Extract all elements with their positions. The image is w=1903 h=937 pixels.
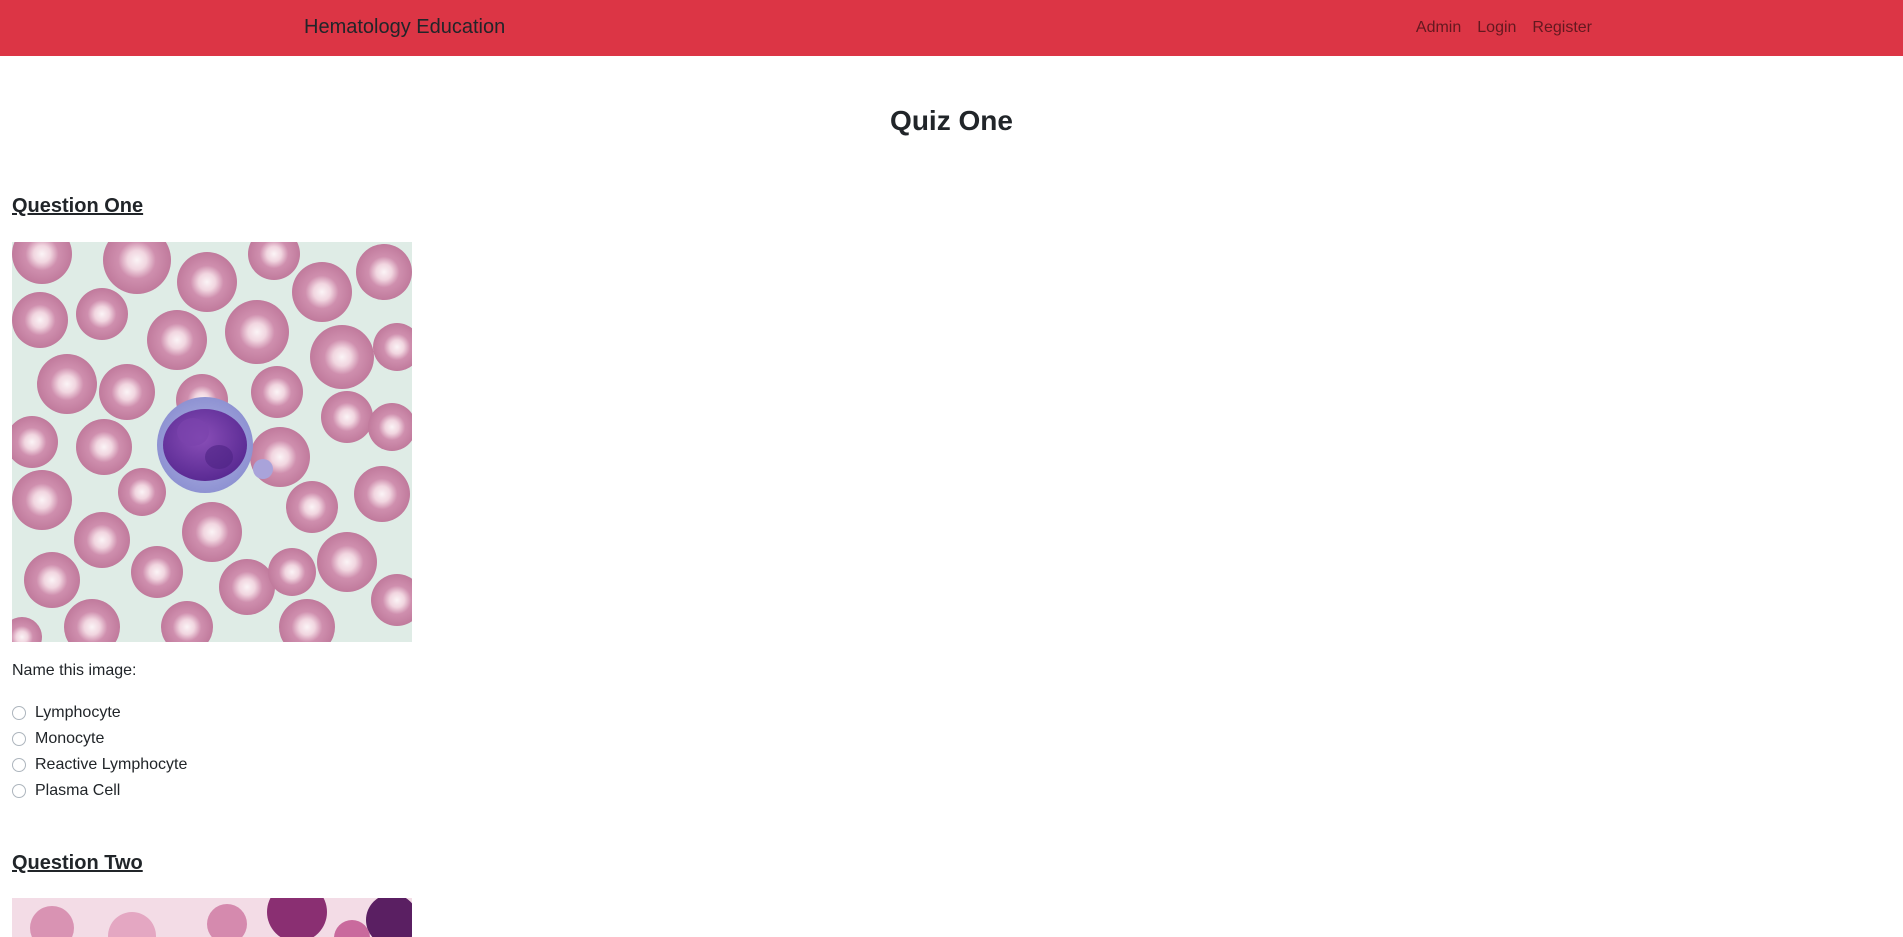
radio-button[interactable] — [12, 758, 26, 772]
radio-button[interactable] — [12, 706, 26, 720]
option-lymphocyte[interactable]: Lymphocyte — [12, 700, 187, 726]
question-one-heading: Question One — [12, 195, 144, 217]
option-plasma-cell[interactable]: Plasma Cell — [12, 778, 187, 804]
nav-link-admin[interactable]: Admin — [1416, 19, 1461, 37]
question-two-heading: Question Two — [12, 852, 143, 874]
question-one-options: Lymphocyte Monocyte Reactive Lymphocyte … — [12, 700, 187, 804]
radio-button[interactable] — [12, 732, 26, 746]
brand-link[interactable]: Hematology Education — [304, 16, 505, 39]
question-one-image — [12, 242, 412, 642]
radio-button[interactable] — [12, 784, 26, 798]
option-label: Lymphocyte — [35, 704, 121, 721]
question-two-image — [12, 898, 412, 937]
nav-link-login[interactable]: Login — [1477, 19, 1516, 37]
question-one-prompt: Name this image: — [12, 662, 137, 679]
navbar: Hematology Education Admin Login Registe… — [0, 0, 1903, 56]
nav-links: Admin Login Register — [1416, 19, 1592, 37]
option-monocyte[interactable]: Monocyte — [12, 726, 187, 752]
page-title: Quiz One — [890, 105, 1013, 136]
option-label: Reactive Lymphocyte — [35, 756, 188, 773]
option-reactive-lymphocyte[interactable]: Reactive Lymphocyte — [12, 752, 187, 778]
option-label: Plasma Cell — [35, 782, 121, 799]
option-label: Monocyte — [35, 730, 105, 747]
nav-link-register[interactable]: Register — [1532, 19, 1592, 37]
